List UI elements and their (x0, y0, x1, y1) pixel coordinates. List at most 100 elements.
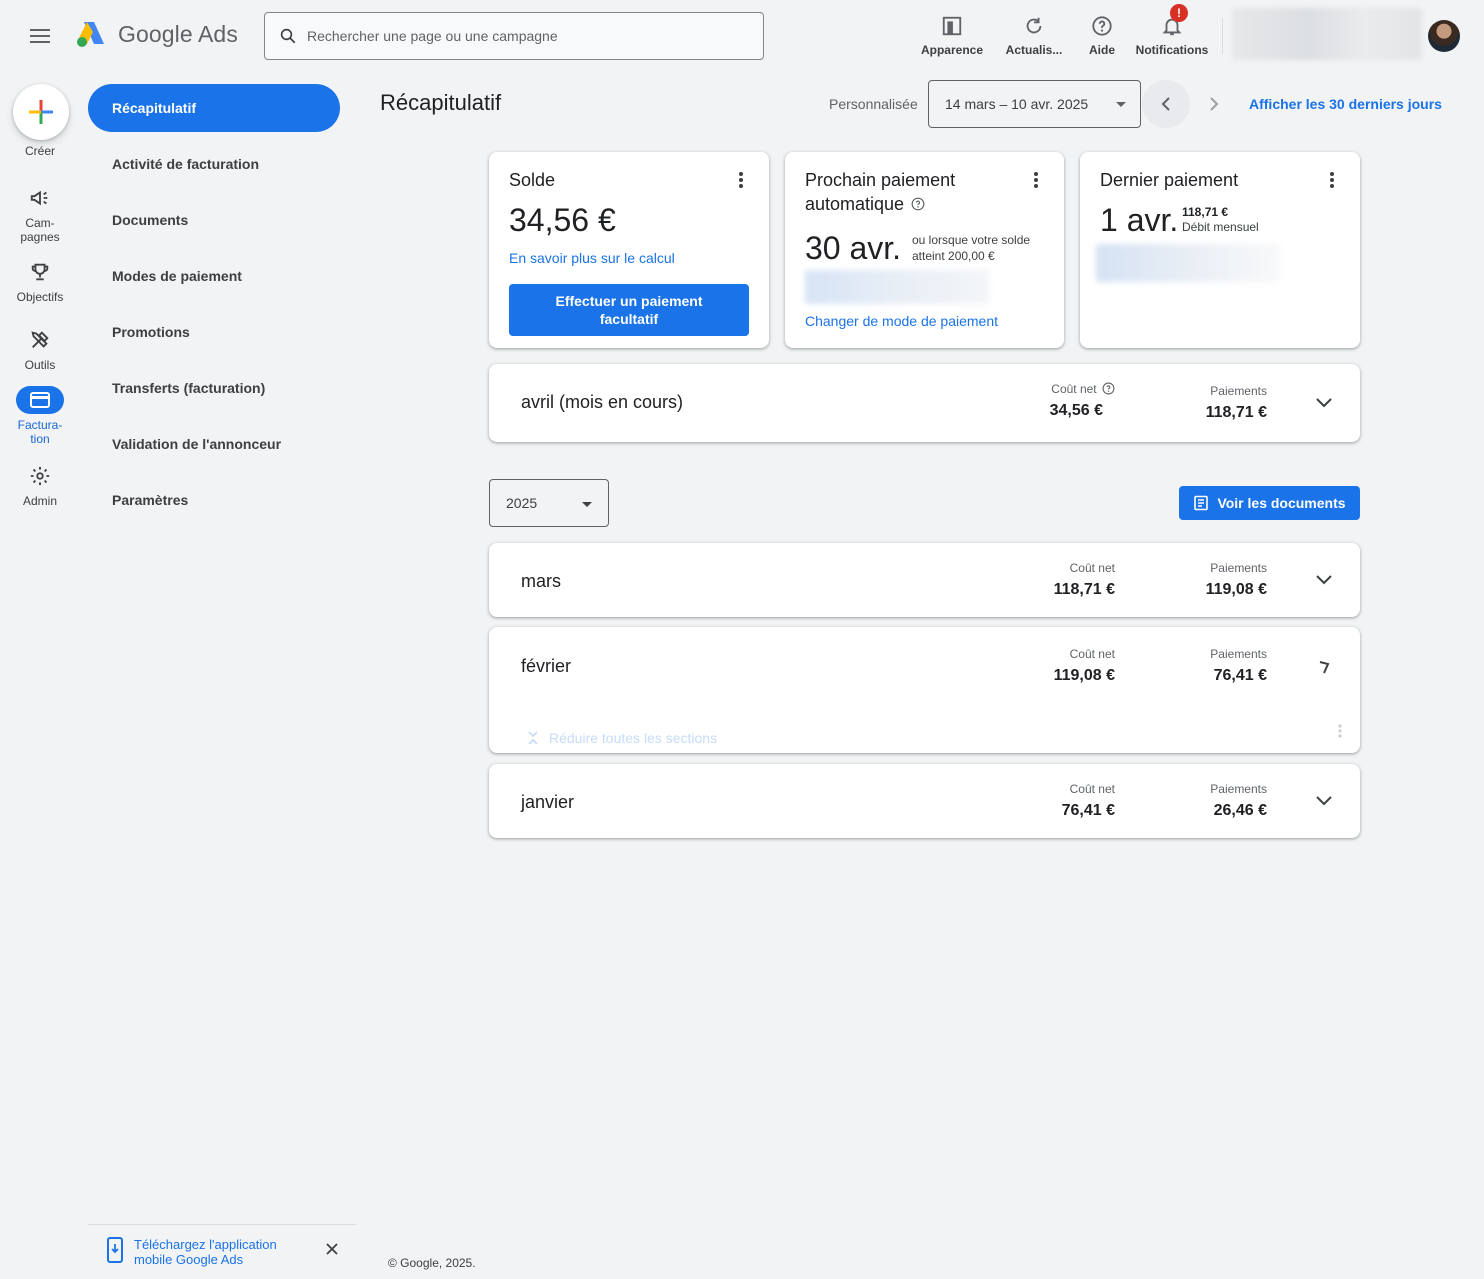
collapse-all-sections[interactable]: Réduire toutes les sections (527, 730, 717, 746)
appearance-button[interactable]: Apparence (920, 8, 984, 64)
expand-chevron-icon[interactable] (1312, 789, 1336, 813)
unfold-less-icon (528, 731, 538, 745)
chevron-left-icon (1161, 97, 1170, 111)
date-range-label: Personnalisée (829, 96, 918, 112)
close-icon[interactable] (322, 1239, 342, 1259)
search-input[interactable] (307, 28, 727, 44)
rail-item-create-label: Créer (24, 144, 55, 158)
payments-value: 118,71 € (1205, 404, 1267, 421)
search-icon (280, 28, 296, 44)
last-payment-title: Dernier paiement (1100, 170, 1239, 190)
next-payment-title: Prochain paiement automatique (805, 170, 956, 214)
payment-method-blurred (805, 270, 989, 304)
plus-icon (29, 100, 53, 124)
copyright: © Google, 2025. (388, 1256, 476, 1270)
next-period-button[interactable] (1190, 80, 1238, 128)
payment-method-blurred (1096, 244, 1280, 282)
dropdown-caret-icon (1116, 102, 1126, 107)
view-documents-button[interactable]: Voir les documents (1179, 486, 1360, 520)
more-vert-icon[interactable] (1320, 168, 1344, 192)
net-cost-value: 76,41 € (1061, 802, 1115, 819)
help-outline-icon[interactable] (1102, 382, 1115, 395)
credit-card-icon (30, 392, 50, 408)
date-range-select[interactable]: 14 mars – 10 avr. 2025 (928, 80, 1141, 128)
page-title: Récapitulatif (380, 90, 502, 115)
app-promo-text[interactable]: Téléchargez l'application mobile Google … (134, 1237, 294, 1267)
google-ads-logo[interactable]: Google Ads (76, 20, 238, 48)
app-name: Google Ads (118, 20, 238, 47)
balance-card: Solde 34,56 € En savoir plus sur le calc… (489, 152, 769, 348)
notification-badge: ! (1170, 4, 1188, 22)
learn-calculation-link[interactable]: En savoir plus sur le calcul (509, 250, 675, 266)
rail-item-billing[interactable]: Factura- tion (0, 386, 80, 446)
more-vert-icon[interactable] (1024, 168, 1048, 192)
month-name: mars (521, 571, 561, 591)
month-row-march[interactable]: mars Coût net 118,71 € Paiements 119,08 … (489, 543, 1360, 617)
subnav-item-summary[interactable]: Récapitulatif (88, 84, 340, 132)
subnav-item-billing-activity[interactable]: Activité de facturation (88, 140, 340, 188)
notifications-button[interactable]: ! Notifications (1132, 4, 1212, 64)
month-name: janvier (521, 792, 575, 812)
subnav-item-settings[interactable]: Paramètres (88, 476, 340, 524)
month-name: février (521, 656, 572, 676)
help-outline-icon[interactable] (911, 197, 925, 211)
account-info-blurred[interactable] (1232, 8, 1422, 60)
last-payment-type: Débit mensuel (1182, 220, 1259, 234)
change-payment-method-link[interactable]: Changer de mode de paiement (805, 313, 998, 329)
net-cost-value: 118,71 € (1053, 581, 1115, 598)
refresh-icon (1026, 17, 1042, 34)
rail-item-goals[interactable]: Objectifs (0, 258, 80, 304)
expand-chevron-icon[interactable] (1312, 391, 1336, 415)
menu-icon[interactable] (22, 18, 58, 54)
google-ads-logo-icon (77, 22, 104, 47)
chevron-right-icon (1210, 97, 1219, 111)
last-payment-card: Dernier paiement 1 avr. 118,71 € Débit m… (1080, 152, 1360, 348)
help-button[interactable]: Aide (1078, 8, 1126, 64)
month-row-january[interactable]: janvier Coût net 76,41 € Paiements 26,46… (489, 764, 1360, 838)
expand-chevron-icon[interactable] (1312, 655, 1336, 679)
help-icon (1092, 16, 1112, 36)
last-30-days-link[interactable]: Afficher les 30 derniers jours (1249, 96, 1442, 112)
subnav-item-advertiser-verification[interactable]: Validation de l'annonceur (88, 420, 340, 468)
divider (1222, 18, 1223, 54)
net-cost-col: Coût net 118,71 € (1029, 561, 1115, 599)
subnav-item-transfers[interactable]: Transferts (facturation) (88, 364, 340, 412)
last-payment-amount: 118,71 € (1182, 205, 1229, 219)
dropdown-caret-icon (582, 502, 592, 507)
expand-chevron-icon[interactable] (1312, 568, 1336, 592)
balance-title: Solde (509, 170, 556, 190)
phone-download-icon (107, 1237, 123, 1263)
payments-value: 119,08 € (1205, 581, 1267, 598)
payments-col: Paiements 119,08 € (1169, 561, 1267, 599)
month-row-february[interactable]: février Coût net 119,08 € Paiements 76,4… (489, 627, 1360, 753)
previous-period-button[interactable] (1142, 80, 1190, 128)
billing-subnav: Récapitulatif Activité de facturation Do… (88, 84, 340, 532)
rail-item-admin[interactable]: Admin (0, 462, 80, 508)
subnav-item-payment-methods[interactable]: Modes de paiement (88, 252, 340, 300)
net-cost-value: 34,56 € (1049, 402, 1103, 419)
year-select[interactable]: 2025 (489, 479, 609, 527)
trophy-icon (31, 263, 49, 281)
payments-col: Paiements 118,71 € (1169, 384, 1267, 422)
refresh-button[interactable]: Actualis... (1002, 8, 1066, 64)
avatar[interactable] (1428, 20, 1460, 52)
divider (88, 1224, 356, 1225)
next-payment-card: Prochain paiement automatique 30 avr. ou… (785, 152, 1064, 348)
rail-item-campaigns[interactable]: Cam- pagnes (0, 184, 80, 244)
make-payment-button[interactable]: Effectuer un paiement facultatif (509, 284, 749, 336)
more-vert-icon[interactable] (729, 168, 753, 192)
mobile-app-promo[interactable]: Téléchargez l'application mobile Google … (106, 1237, 294, 1267)
current-month-row[interactable]: avril (mois en cours) Coût net 34,56 € P… (489, 364, 1360, 442)
top-bar: Google Ads Apparence Actualis... Aide ! … (0, 0, 1484, 72)
appearance-icon (942, 16, 962, 36)
subnav-item-documents[interactable]: Documents (88, 196, 340, 244)
rail-item-tools[interactable]: Outils (0, 326, 80, 372)
balance-amount: 34,56 € (509, 202, 616, 238)
search-box[interactable] (264, 12, 764, 60)
megaphone-icon (30, 190, 48, 206)
more-vert-icon[interactable] (1338, 724, 1342, 743)
next-payment-date: 30 avr. (805, 230, 902, 266)
payments-col: Paiements 26,46 € (1169, 782, 1267, 820)
subnav-item-promotions[interactable]: Promotions (88, 308, 340, 356)
create-button[interactable] (13, 84, 69, 140)
